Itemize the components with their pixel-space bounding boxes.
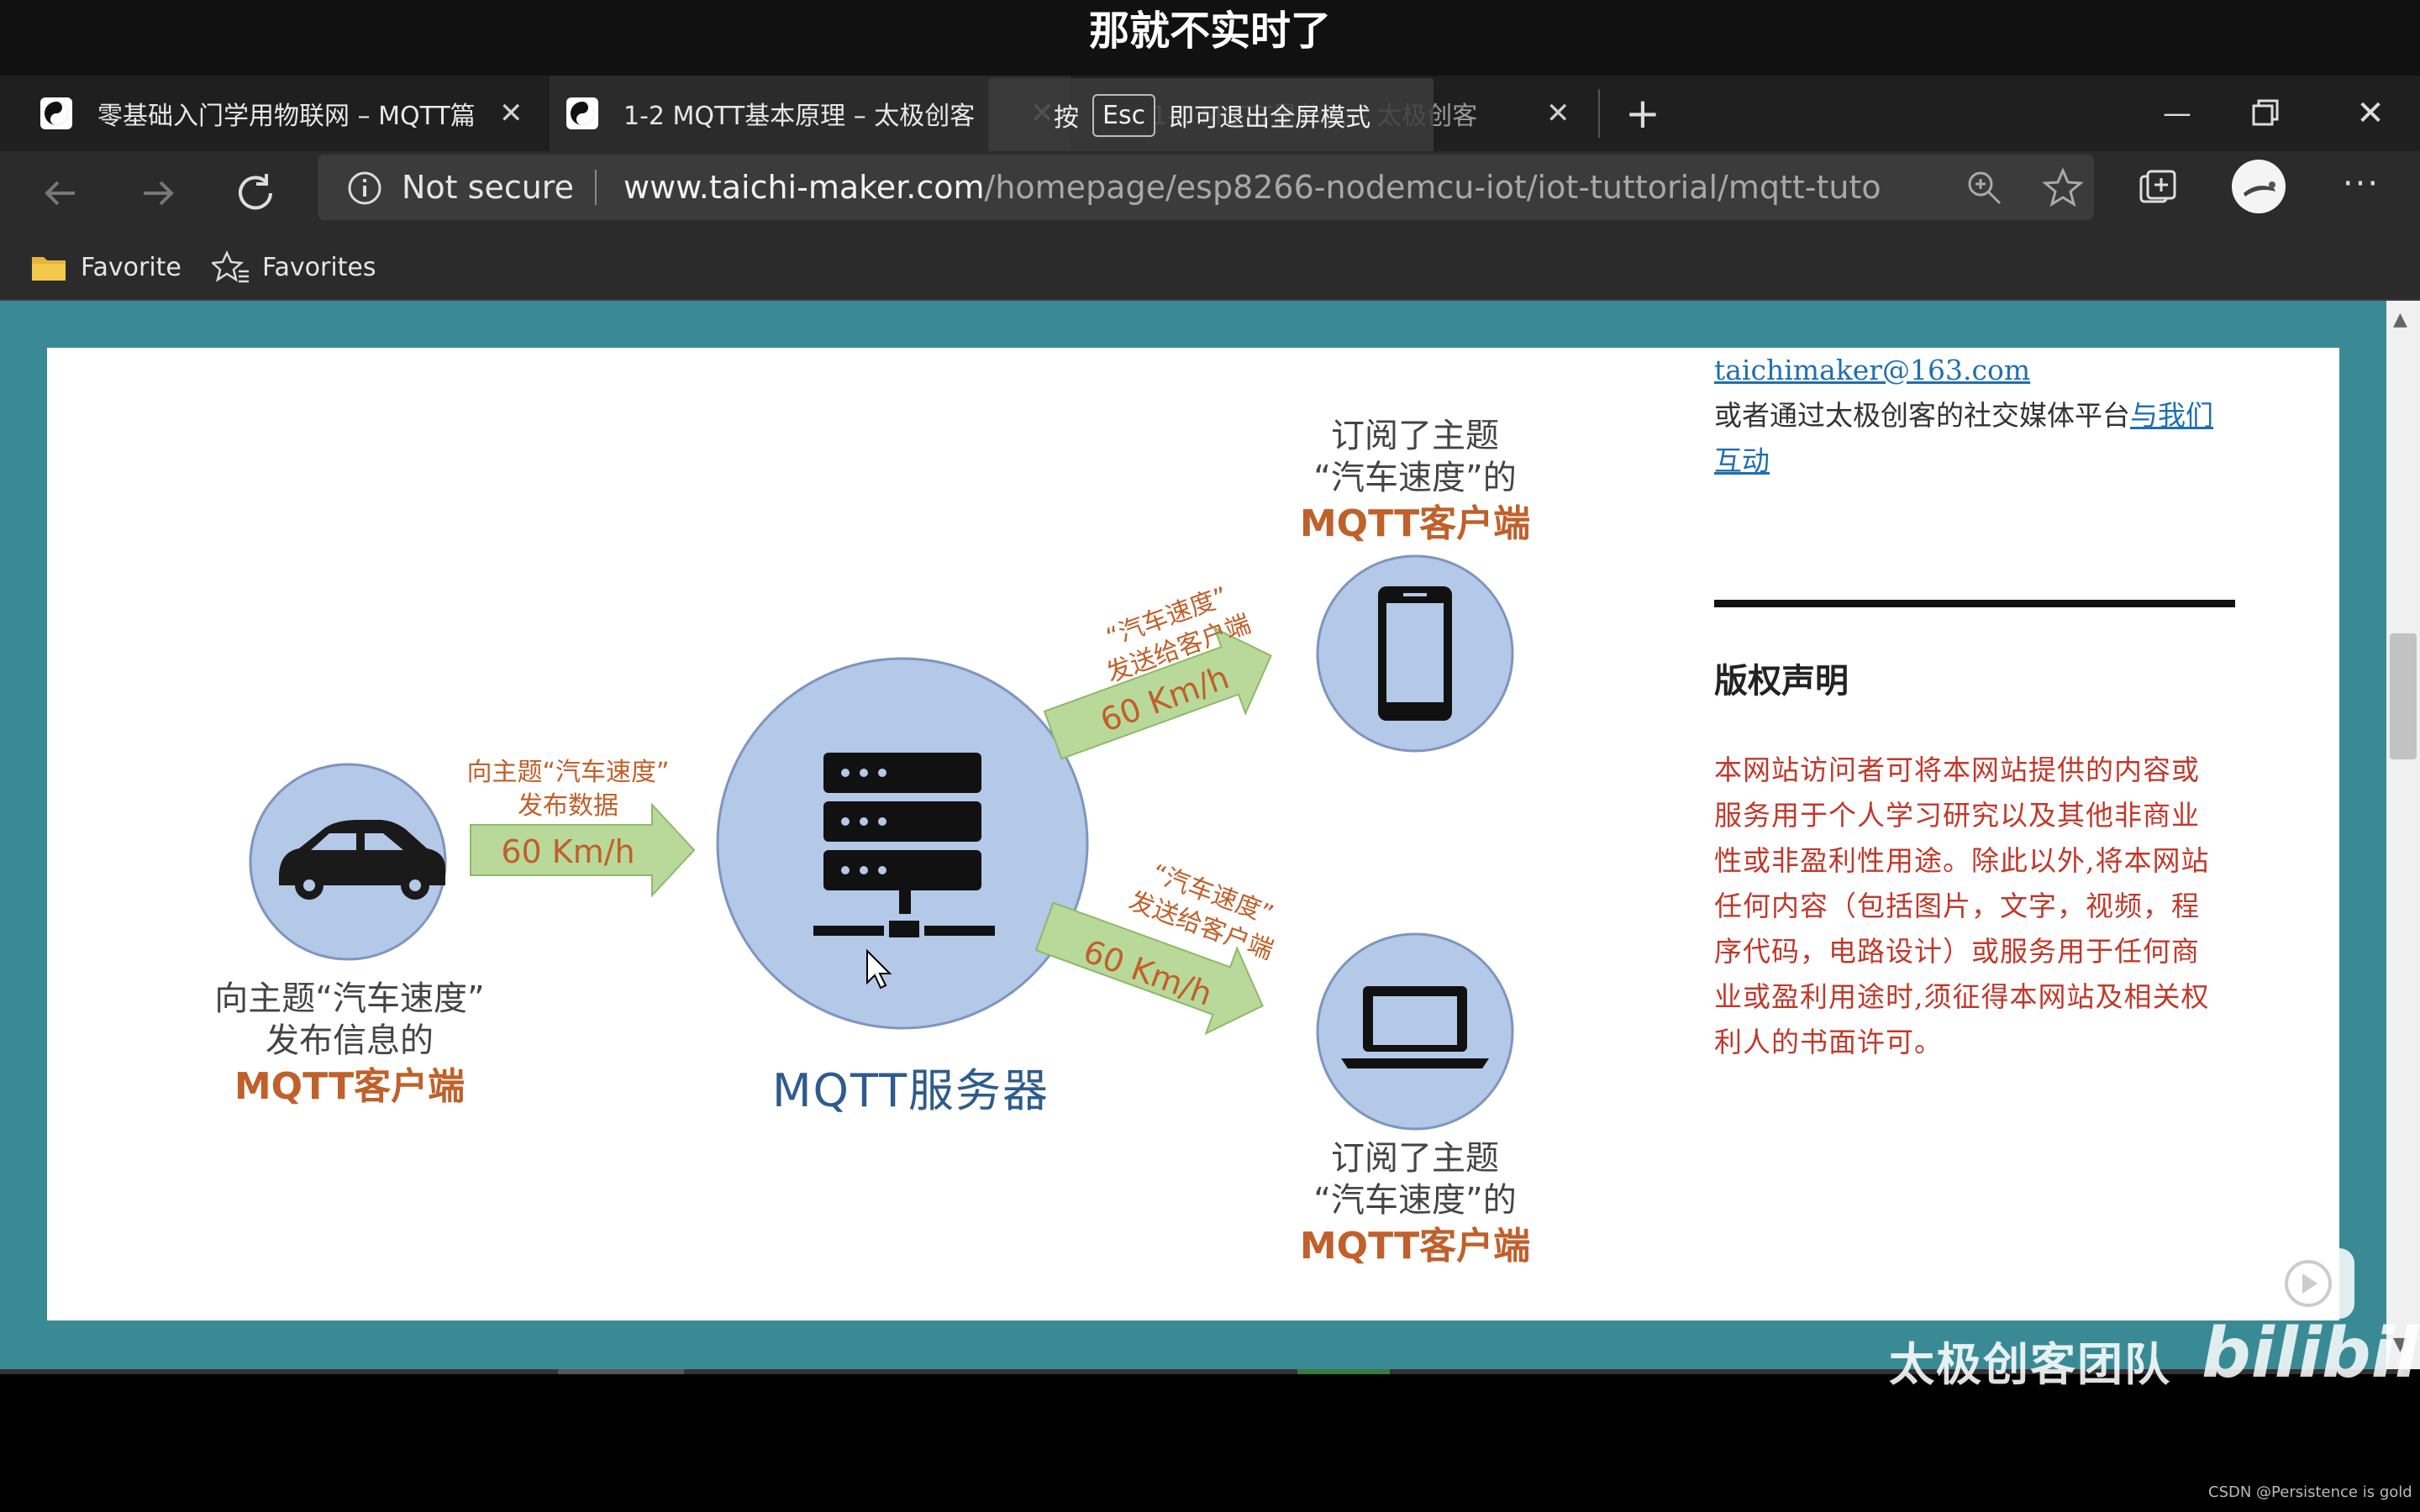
bookmarks-bar: Favorite Favorites — [0, 235, 2420, 301]
social-link-part1[interactable]: 与我们 — [2130, 399, 2213, 432]
copyright-line: 利人的书面许可。 — [1714, 1026, 1943, 1058]
subscriber-upper-line2: “汽车速度”的 — [1313, 459, 1517, 497]
publish-speed-value: 60 Km/h — [501, 833, 635, 870]
copyright-line: 性或非盈利性用途。除此以外,将本网站 — [1714, 844, 2210, 877]
url-path: /homepage/esp8266-nodemcu-iot/iot-tuttor… — [984, 169, 1884, 206]
bookmark-label: Favorites — [262, 252, 376, 282]
close-tab-icon[interactable]: ✕ — [1546, 97, 1570, 130]
scrollbar-thumb[interactable] — [2390, 633, 2417, 759]
collections-icon[interactable] — [2134, 165, 2181, 215]
copyright-line: 业或盈利用途时,须征得本网站及相关权 — [1714, 980, 2210, 1013]
star-list-icon — [212, 249, 249, 283]
bookmark-favorite-folder[interactable]: Favorite — [30, 235, 182, 299]
sidebar-contact: taichimaker@163.com 或者通过太极创客的社交媒体平台与我们 互… — [1714, 348, 2252, 484]
publish-topic-line2: 发布数据 — [518, 791, 618, 821]
bookmark-favorites[interactable]: Favorites — [212, 235, 376, 299]
settings-more-icon[interactable]: ··· — [2336, 165, 2386, 212]
social-media-text: 或者通过太极创客的社交媒体平台与我们 — [1714, 393, 2252, 438]
new-tab-button[interactable]: + — [1613, 84, 1672, 143]
publisher-client-label: MQTT客户端 — [234, 1065, 466, 1108]
team-watermark: 太极创客团队 — [1889, 1338, 2171, 1391]
close-tab-icon[interactable]: ✕ — [499, 97, 523, 130]
tab-title: 1-2 MQTT基本原理 – 太极创客 — [623, 102, 976, 131]
restore-button[interactable] — [2240, 91, 2299, 138]
fullscreen-exit-toast: 按 Esc 即可退出全屏模式 — [988, 78, 1434, 152]
publisher-caption-line2: 发布信息的 — [266, 1021, 434, 1060]
url-domain: www.taichi-maker.com — [623, 169, 985, 206]
video-subtitle: 那就不实时了 — [1088, 8, 1331, 55]
subscriber-lower-line1: 订阅了主题 — [1331, 1139, 1499, 1178]
server-label: MQTT服务器 — [771, 1064, 1050, 1117]
bilibili-logo: bilibili — [2202, 1314, 2420, 1394]
scroll-up-icon[interactable]: ▲ — [2393, 309, 2407, 330]
info-icon[interactable] — [346, 170, 383, 210]
page-content: 向主题“汽车速度” 发布数据 60 Km/h 向主题“汽车速度” 发布信息的 M… — [47, 348, 2339, 1320]
contact-email-link[interactable]: taichimaker@163.com — [1714, 348, 2252, 393]
copyright-line: 本网站访问者可将本网站提供的内容或 — [1714, 753, 2200, 786]
subscriber-upper-line1: 订阅了主题 — [1331, 417, 1499, 455]
tab-divider — [1598, 89, 1600, 138]
subscriber-caption-lower: 订阅了主题 “汽车速度”的 MQTT客户端 — [1255, 1137, 1575, 1272]
vertical-scrollbar[interactable]: ▲ ▼ — [2386, 301, 2420, 1369]
smartphone-icon — [1378, 586, 1452, 721]
copyright-notice: 本网站访问者可将本网站提供的内容或 服务用于个人学习研究以及其他非商业 性或非盈… — [1714, 748, 2252, 1065]
taichi-favicon-icon — [566, 97, 598, 129]
forward-button[interactable] — [131, 166, 185, 220]
play-icon — [2285, 1260, 2332, 1307]
back-arrow-icon — [45, 181, 75, 206]
minimize-button[interactable]: — — [2148, 84, 2207, 143]
publish-topic-label: 向主题“汽车速度” 发布数据 — [434, 756, 702, 823]
address-divider — [595, 170, 597, 205]
close-window-button[interactable]: ✕ — [2341, 84, 2400, 143]
add-favorite-star-icon[interactable] — [2042, 166, 2084, 212]
taichi-favicon-icon — [40, 97, 72, 129]
csdn-credit: CSDN @Persistence is gold — [2208, 1483, 2412, 1501]
subscriber-lower-line2: “汽车速度”的 — [1313, 1181, 1517, 1220]
zoom-icon[interactable] — [1965, 168, 2003, 210]
copyright-line: 服务用于个人学习研究以及其他非商业 — [1714, 799, 2200, 832]
video-progress-segment — [1297, 1369, 1390, 1374]
social-link-part2[interactable]: 互动 — [1714, 438, 2252, 484]
security-label[interactable]: Not secure — [402, 155, 574, 220]
forward-arrow-icon — [144, 181, 174, 206]
folder-icon — [32, 257, 66, 281]
restore-icon — [2252, 99, 2279, 126]
copyright-heading: 版权声明 — [1714, 662, 1849, 701]
publisher-caption: 向主题“汽车速度” 发布信息的 MQTT客户端 — [165, 978, 534, 1112]
toast-prefix: 按 — [1054, 103, 1079, 133]
back-button[interactable] — [34, 166, 87, 220]
profile-avatar[interactable] — [2232, 160, 2286, 213]
toast-suffix: 即可退出全屏模式 — [1169, 103, 1371, 133]
server-circle — [716, 657, 1089, 1030]
refresh-icon — [239, 174, 272, 210]
copyright-line: 序代码，电路设计）或服务用于任何商 — [1714, 935, 2200, 968]
copyright-line: 任何内容（包括图片，文字，视频，程 — [1714, 890, 2200, 922]
social-text: 或者通过太极创客的社交媒体平台 — [1714, 399, 2130, 432]
subscriber-lower-client-label: MQTT客户端 — [1299, 1225, 1531, 1268]
subscriber-caption-upper: 订阅了主题 “汽车速度”的 MQTT客户端 — [1255, 415, 1575, 549]
bookmark-label: Favorite — [81, 252, 182, 282]
subscriber-upper-client-label: MQTT客户端 — [1299, 502, 1531, 545]
publish-topic-line1: 向主题“汽车速度” — [466, 758, 670, 787]
sidebar-divider — [1714, 600, 2235, 607]
esc-key-hint: Esc — [1092, 93, 1156, 137]
tab-mqtt-series[interactable]: 零基础入门学用物联网 – MQTT篇 ✕ — [17, 76, 555, 151]
avatar-image-icon — [2244, 181, 2275, 197]
publisher-caption-line1: 向主题“汽车速度” — [214, 979, 485, 1018]
url-text[interactable]: www.taichi-maker.com/homepage/esp8266-no… — [623, 155, 1884, 220]
video-buffer-segment — [558, 1369, 684, 1374]
refresh-button[interactable] — [229, 166, 282, 220]
tab-title: 零基础入门学用物联网 – MQTT篇 — [97, 102, 476, 131]
video-play-button[interactable] — [2262, 1248, 2354, 1319]
address-bar[interactable]: Not secure www.taichi-maker.com/homepage… — [318, 155, 2094, 220]
